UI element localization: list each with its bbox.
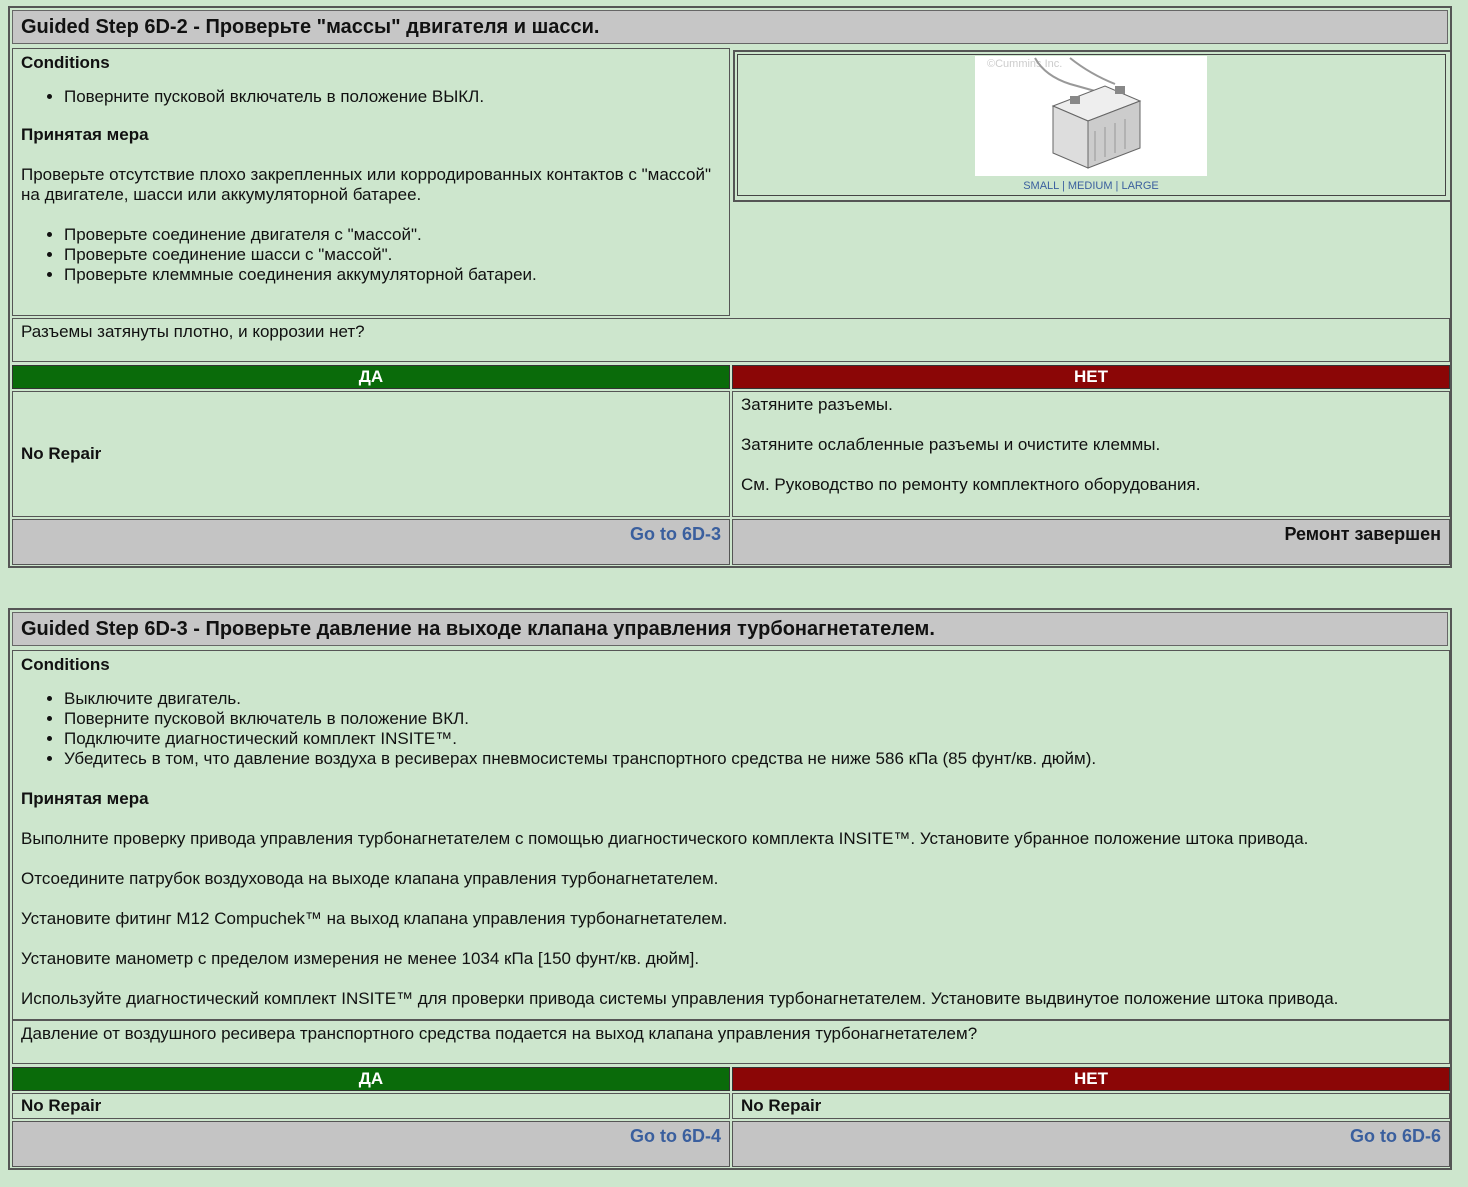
no-link-cell: Ремонт завершен — [732, 519, 1450, 565]
no-link-cell: Go to 6D-6 — [732, 1121, 1450, 1167]
list-item: Подключите диагностический комплект INSI… — [64, 729, 1441, 749]
list-item: Выключите двигатель. — [64, 689, 1441, 709]
size-medium-link[interactable]: MEDIUM — [1068, 180, 1113, 192]
step-title: Guided Step 6D-2 - Проверьте "массы" дви… — [12, 10, 1448, 44]
action-text: Проверьте отсутствие плохо закрепленных … — [21, 165, 711, 204]
no-result-text: No Repair — [741, 1096, 822, 1115]
list-item: Проверьте клеммные соединения аккумулято… — [64, 265, 721, 285]
list-item: Поверните пусковой включатель в положени… — [64, 709, 1441, 729]
image-size-links: SMALL | MEDIUM | LARGE — [1023, 180, 1159, 192]
action-paragraph: Установите манометр с пределом измерения… — [21, 949, 700, 968]
no-result-line: Затяните разъемы. — [741, 395, 893, 414]
list-item: Проверьте соединение двигателя с "массой… — [64, 225, 721, 245]
conditions-list: Выключите двигатель. Поверните пусковой … — [21, 689, 1441, 769]
yes-header: ДА — [12, 365, 730, 389]
list-item: Проверьте соединение шасси с "массой". — [64, 245, 721, 265]
conditions-heading: Conditions — [21, 53, 110, 72]
yes-link-cell: Go to 6D-3 — [12, 519, 730, 565]
yes-header: ДА — [12, 1067, 730, 1091]
list-item: Убедитесь в том, что давление воздуха в … — [64, 749, 1441, 769]
yes-link-cell: Go to 6D-4 — [12, 1121, 730, 1167]
conditions-cell: Conditions Выключите двигатель. Повернит… — [12, 650, 1450, 1020]
size-large-link[interactable]: LARGE — [1121, 180, 1158, 192]
battery-icon: ©Cummins Inc. — [987, 57, 1142, 169]
step-title: Guided Step 6D-3 - Проверьте давление на… — [12, 612, 1448, 646]
action-heading: Принятая мера — [21, 125, 149, 144]
question-cell: Давление от воздушного ресивера транспор… — [12, 1020, 1450, 1064]
action-heading: Принятая мера — [21, 789, 149, 808]
list-item: Поверните пусковой включатель в положени… — [64, 87, 721, 107]
go-to-6d-3-link[interactable]: Go to 6D-3 — [630, 524, 721, 545]
no-result-cell: Затяните разъемы. Затяните ослабленные р… — [732, 391, 1450, 517]
question-cell: Разъемы затянуты плотно, и коррозии нет? — [12, 318, 1450, 362]
yes-result-text: No Repair — [21, 1096, 102, 1115]
action-paragraph: Отсоедините патрубок воздуховода на выхо… — [21, 869, 719, 888]
action-paragraph: Выполните проверку привода управления ту… — [21, 829, 1309, 848]
action-list: Проверьте соединение двигателя с "массой… — [21, 225, 721, 285]
guided-step-6d-3: Guided Step 6D-3 - Проверьте давление на… — [8, 608, 1452, 1170]
guided-step-6d-2: Guided Step 6D-2 - Проверьте "массы" дви… — [8, 6, 1452, 568]
image-watermark: ©Cummins Inc. — [987, 58, 1062, 70]
yes-result-text: No Repair — [21, 444, 102, 463]
action-paragraph: Используйте диагностический комплект INS… — [21, 989, 1339, 1008]
no-result-line: См. Руководство по ремонту комплектного … — [741, 475, 1201, 494]
action-paragraph: Установите фитинг M12 Compuchek™ на выхо… — [21, 909, 728, 928]
no-header: НЕТ — [732, 1067, 1450, 1091]
repair-complete-label: Ремонт завершен — [1284, 524, 1441, 544]
image-frame: ©Cummins Inc. SMALL | MEDIUM | LARGE — [733, 50, 1452, 202]
yes-result-cell: No Repair — [12, 1093, 730, 1119]
battery-diagram-image[interactable]: ©Cummins Inc. — [975, 56, 1207, 176]
conditions-list: Поверните пусковой включатель в положени… — [21, 87, 721, 107]
size-small-link[interactable]: SMALL — [1023, 180, 1059, 192]
go-to-6d-6-link[interactable]: Go to 6D-6 — [1350, 1126, 1441, 1147]
conditions-cell: Conditions Поверните пусковой включатель… — [12, 48, 730, 316]
question-text: Давление от воздушного ресивера транспор… — [21, 1024, 978, 1043]
conditions-heading: Conditions — [21, 655, 110, 674]
no-result-cell: No Repair — [732, 1093, 1450, 1119]
yes-result-cell: No Repair — [12, 391, 730, 517]
go-to-6d-4-link[interactable]: Go to 6D-4 — [630, 1126, 721, 1147]
no-result-line: Затяните ослабленные разъемы и очистите … — [741, 435, 1161, 454]
no-header: НЕТ — [732, 365, 1450, 389]
question-text: Разъемы затянуты плотно, и коррозии нет? — [21, 322, 365, 341]
